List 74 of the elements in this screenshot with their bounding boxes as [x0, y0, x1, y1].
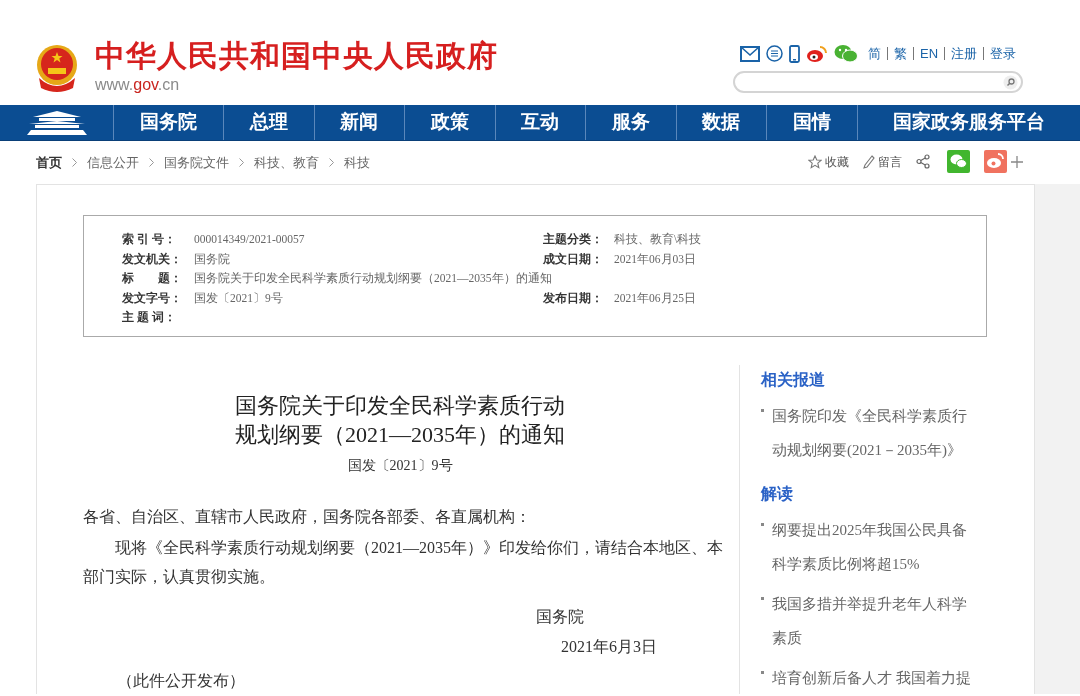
- nav-item[interactable]: 国家政务服务平台: [856, 105, 1080, 140]
- sidebar-link[interactable]: 国务院印发《全民科学素质行动规划纲要(2021－2035年)》: [772, 399, 977, 467]
- header-link[interactable]: 繁: [887, 47, 907, 60]
- field-label: 主题分类：: [543, 231, 604, 247]
- breadcrumb-link[interactable]: 信息公开: [87, 152, 139, 173]
- breadcrumb-link[interactable]: 科技: [344, 152, 370, 173]
- field-label: 索 引 号：: [122, 231, 177, 247]
- weibo-icon[interactable]: [806, 44, 828, 63]
- bullet-icon: [761, 523, 764, 526]
- chevron-icon: [149, 158, 154, 167]
- field-label: 发文机关：: [122, 251, 183, 267]
- header-link[interactable]: EN: [913, 47, 939, 60]
- page-action-link[interactable]: 留言: [863, 152, 902, 171]
- bullet-icon: [761, 597, 764, 600]
- chevron-icon: [72, 158, 77, 167]
- site-title: 中华人民共和国中央人民政府: [95, 38, 498, 74]
- search-icon[interactable]: [1003, 74, 1018, 90]
- breadcrumb-link[interactable]: 首页: [36, 152, 62, 173]
- field-value: 000014349/2021-00057: [194, 232, 306, 247]
- breadcrumb-link[interactable]: 国务院文件: [164, 152, 229, 173]
- nav-item[interactable]: 总理: [223, 105, 314, 140]
- plus-icon[interactable]: [1011, 155, 1023, 168]
- sidebar-link[interactable]: 纲要提出2025年我国公民具备科学素质比例将超15%: [772, 513, 977, 581]
- article-title: 国务院关于印发全民科学素质行动规划纲要（2021—2035年）的通知: [234, 392, 566, 449]
- nav-item[interactable]: 服务: [585, 105, 676, 140]
- site-url: www.gov.cn: [95, 75, 181, 95]
- publication-note: （此件公开发布）: [116, 671, 246, 691]
- mail-icon[interactable]: [740, 45, 760, 62]
- nav-item[interactable]: 数据: [675, 105, 766, 140]
- nav-item[interactable]: 国情: [766, 105, 857, 140]
- sidebar-link[interactable]: 培育创新后备人才 我国着力提: [772, 661, 977, 694]
- chat-bubble-icon[interactable]: [766, 45, 783, 62]
- breadcrumb-link[interactable]: 科技、教育: [254, 152, 319, 173]
- document-number: 国发〔2021〕9号: [347, 457, 453, 475]
- field-value: 国务院关于印发全民科学素质行动规划纲要（2021—2035年）的通知: [194, 271, 552, 286]
- document-date: 2021年6月3日: [561, 637, 657, 657]
- field-value: 2021年06月25日: [614, 290, 696, 306]
- nav-item[interactable]: 国务院: [113, 105, 223, 140]
- chevron-icon: [329, 158, 334, 167]
- share-icon[interactable]: [916, 154, 930, 169]
- building-logo-icon[interactable]: [26, 110, 87, 135]
- bullet-icon: [761, 409, 764, 412]
- sidebar-heading: 相关报道: [761, 370, 826, 390]
- search-field[interactable]: [733, 71, 1023, 93]
- phone-icon[interactable]: [789, 44, 800, 63]
- page-action-link[interactable]: 收藏: [808, 152, 849, 171]
- wechat-share-icon[interactable]: [947, 150, 970, 173]
- field-value: 科技、教育\科技: [614, 231, 702, 247]
- article-paragraph: 现将《全民科学素质行动规划纲要（2021—2035年）》印发给你们，请结合本地区、本部门实际，认真贯彻实施。: [83, 538, 724, 587]
- field-value: 国发〔2021〕9号: [194, 290, 284, 306]
- field-label: 发布日期：: [543, 290, 604, 306]
- pencil-icon: [863, 154, 875, 169]
- nav-item[interactable]: 政策: [404, 105, 495, 140]
- national-emblem-icon: [35, 44, 79, 92]
- field-label: 成文日期：: [543, 251, 604, 267]
- weibo-share-icon[interactable]: [984, 150, 1007, 173]
- bullet-icon: [761, 671, 764, 674]
- nav-item[interactable]: 互动: [494, 105, 585, 140]
- field-label: 发文字号：: [122, 290, 183, 306]
- field-label: 主 题 词：: [122, 309, 177, 325]
- sidebar-heading: 解读: [761, 484, 794, 504]
- header-link[interactable]: 注册: [944, 47, 978, 60]
- field-value: 国务院: [194, 251, 231, 267]
- salutation: 各省、自治区、直辖市人民政府，国务院各部委、各直属机构：: [83, 507, 532, 527]
- header-link[interactable]: 简: [868, 47, 881, 60]
- signature: 国务院: [536, 607, 584, 627]
- wechat-icon[interactable]: [834, 44, 858, 63]
- field-value: 2021年06月03日: [614, 251, 696, 267]
- chevron-icon: [239, 158, 244, 167]
- nav-item[interactable]: 新闻: [313, 105, 404, 140]
- header-link[interactable]: 登录: [983, 47, 1017, 60]
- star-icon: [808, 154, 822, 169]
- field-label: 标 题：: [122, 271, 183, 286]
- sidebar-link[interactable]: 我国多措并举提升老年人科学素质: [772, 587, 977, 655]
